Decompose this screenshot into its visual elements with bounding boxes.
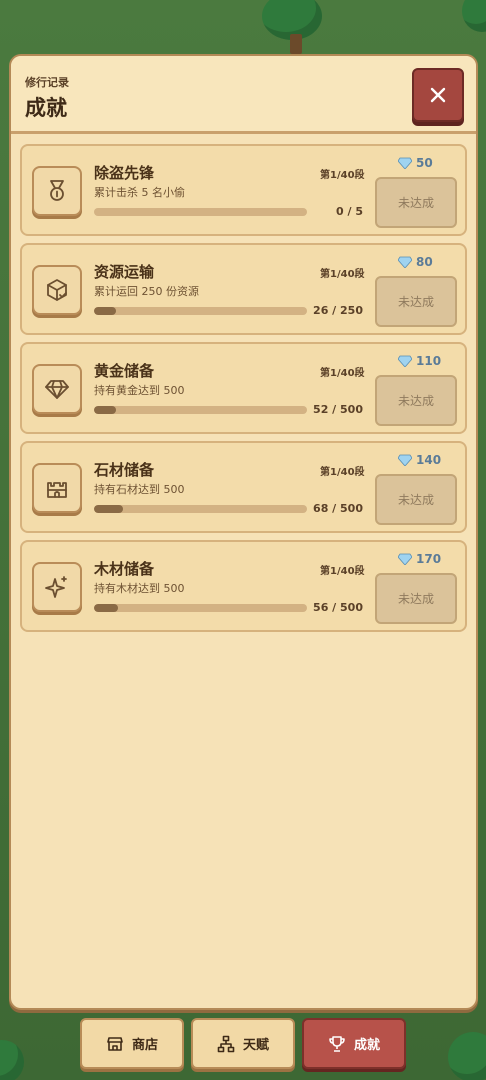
- reward: 170: [398, 552, 441, 566]
- background-tree: [448, 1032, 486, 1080]
- panel-header: 修行记录 成就: [11, 56, 476, 134]
- reward-amount: 80: [416, 255, 433, 269]
- claim-button[interactable]: 未达成: [375, 573, 457, 624]
- hierarchy-icon: [217, 1035, 235, 1052]
- achievement-card: 石材储备 持有石材达到 500 第1/40段 68 / 500 140 未达成: [20, 441, 467, 533]
- nav-achievements-label: 成就: [353, 1038, 380, 1053]
- trophy-icon: [329, 1035, 345, 1052]
- achievement-stage: 第1/40段: [320, 566, 365, 577]
- achievement-desc: 累计击杀 5 名小偷: [94, 186, 185, 199]
- progress-bar: [94, 208, 307, 216]
- achievement-desc: 累计运回 250 份资源: [94, 285, 199, 298]
- reward-amount: 110: [416, 354, 442, 368]
- achievement-icon-box: [32, 166, 82, 216]
- achievement-name: 资源运输: [94, 263, 155, 281]
- progress-bar-fill: [94, 505, 123, 513]
- nav-talent-button[interactable]: 天赋: [191, 1018, 295, 1069]
- claim-button[interactable]: 未达成: [375, 375, 457, 426]
- diamond-icon: [398, 553, 412, 565]
- achievement-icon-box: [32, 364, 82, 414]
- achievement-progress-text: 52 / 500: [313, 403, 363, 416]
- reward: 50: [398, 156, 433, 170]
- bottom-nav: 商店 天赋 成就: [80, 1018, 406, 1072]
- progress-bar-fill: [94, 604, 118, 612]
- achievement-stage: 第1/40段: [320, 368, 365, 379]
- reward: 140: [398, 453, 441, 467]
- progress-bar: [94, 406, 307, 414]
- achievement-name: 木材储备: [94, 560, 155, 578]
- achievement-name: 黄金储备: [94, 362, 155, 380]
- achievement-progress-text: 56 / 500: [313, 601, 363, 614]
- diamond-icon: [398, 256, 412, 268]
- achievement-icon-box: [32, 562, 82, 612]
- progress-bar: [94, 307, 307, 315]
- achievement-desc: 持有石材达到 500: [94, 483, 185, 496]
- progress-bar-fill: [94, 307, 117, 315]
- reward: 80: [398, 255, 433, 269]
- achievement-stage: 第1/40段: [320, 467, 365, 478]
- achievement-desc: 持有木材达到 500: [94, 582, 185, 595]
- diamond-icon: [398, 355, 412, 367]
- medal-icon: [50, 180, 64, 201]
- achievement-progress-text: 68 / 500: [313, 502, 363, 515]
- achievement-card: 木材储备 持有木材达到 500 第1/40段 56 / 500 170 未达成: [20, 540, 467, 632]
- achievement-list: 除盗先锋 累计击杀 5 名小偷 第1/40段 0 / 5 50 未达成 资源运输…: [20, 144, 467, 639]
- achievement-icon-box: [32, 265, 82, 315]
- progress-bar: [94, 505, 307, 513]
- progress-bar-fill: [94, 406, 117, 414]
- achievement-name: 石材储备: [94, 461, 155, 479]
- nav-talent-label: 天赋: [242, 1038, 269, 1053]
- reward-amount: 170: [416, 552, 442, 566]
- achievement-card: 黄金储备 持有黄金达到 500 第1/40段 52 / 500 110 未达成: [20, 342, 467, 434]
- reward-amount: 140: [416, 453, 442, 467]
- achievement-stage: 第1/40段: [320, 269, 365, 280]
- achievement-name: 除盗先锋: [94, 164, 155, 182]
- gem-icon: [45, 380, 69, 399]
- achievement-icon-box: [32, 463, 82, 513]
- claim-button[interactable]: 未达成: [375, 276, 457, 327]
- package-icon: [47, 279, 67, 301]
- claim-button[interactable]: 未达成: [375, 474, 457, 525]
- nav-shop-button[interactable]: 商店: [80, 1018, 184, 1069]
- background-tree-trunk: [290, 34, 302, 54]
- close-icon: [430, 87, 446, 103]
- nav-shop-label: 商店: [131, 1038, 158, 1053]
- progress-bar: [94, 604, 307, 612]
- claim-button[interactable]: 未达成: [375, 177, 457, 228]
- close-button[interactable]: [412, 68, 464, 122]
- achievement-panel: 修行记录 成就 除盗先锋 累计击杀 5 名小偷 第1/40段 0 / 5 50 …: [9, 54, 478, 1010]
- achievement-card: 除盗先锋 累计击杀 5 名小偷 第1/40段 0 / 5 50 未达成: [20, 144, 467, 236]
- nav-achievements-button[interactable]: 成就: [302, 1018, 406, 1069]
- shop-icon: [107, 1036, 123, 1051]
- reward-amount: 50: [416, 156, 433, 170]
- panel-subtitle: 修行记录: [25, 76, 69, 89]
- diamond-icon: [398, 157, 412, 169]
- diamond-icon: [398, 454, 412, 466]
- achievement-progress-text: 26 / 250: [313, 304, 363, 317]
- panel-title: 成就: [25, 96, 67, 120]
- achievement-desc: 持有黄金达到 500: [94, 384, 185, 397]
- reward: 110: [398, 354, 441, 368]
- sparkle-icon: [45, 576, 67, 598]
- castle-icon: [47, 482, 67, 498]
- achievement-progress-text: 0 / 5: [336, 205, 363, 218]
- achievement-card: 资源运输 累计运回 250 份资源 第1/40段 26 / 250 80 未达成: [20, 243, 467, 335]
- achievement-stage: 第1/40段: [320, 170, 365, 181]
